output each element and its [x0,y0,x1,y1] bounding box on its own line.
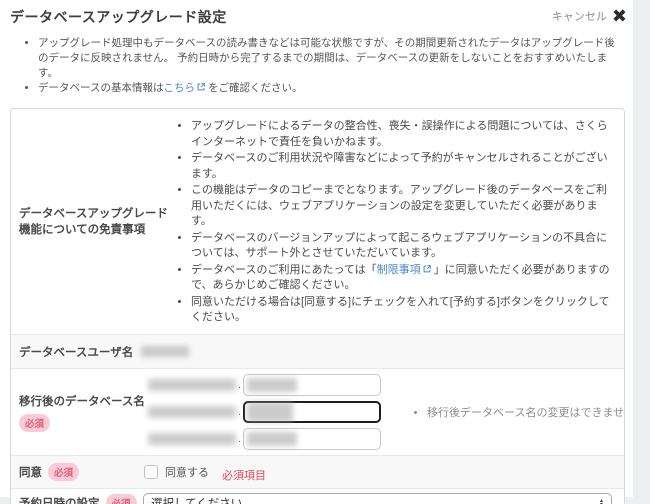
db-name-input-wrap-3 [243,428,381,450]
db-user-row: データベースユーザ名 [11,334,624,368]
close-icon[interactable]: ✖ [612,7,627,25]
disclaimer-item: この機能はデータのコピーまでとなります。アップグレード後のデータベースをご利用い… [191,183,618,230]
db-user-label: データベースユーザ名 [11,335,141,368]
basic-info-link[interactable]: こちら [163,82,195,94]
agree-label-cell: 同意 必須 [11,463,141,481]
db-name-input-wrap-2 [243,401,381,423]
schedule-field: 選択してください ▲ ▼ [141,493,624,504]
disclaimer-item: アップグレードによるデータの整合性、喪失・誤操作による問題については、さくらイン… [191,119,618,150]
schedule-row: 予約日時の設定 必須 選択してください ▲ ▼ [11,488,624,504]
db-name-group-1: . [148,374,624,396]
redacted-db-name-prefix-2 [148,406,236,418]
disclaimer-item: 同意いただける場合は[同意する]にチェックを入れて[予約する]ボタンをクリックし… [191,295,618,326]
db-name-separator: . [238,406,241,418]
agree-checkbox-label: 同意する [165,464,209,480]
redacted-db-name-value-1 [247,378,297,392]
required-badge: 必須 [106,494,137,504]
intro-note-basic-info: データベースの基本情報はこちら をご確認ください。 [38,81,619,96]
disclaimer-item: データベースのご利用にあたっては「制限事項」に同意いただく必要がありますので、あ… [191,263,618,294]
intro-note-basic-info-suffix: をご確認ください。 [208,82,303,94]
disclaimer-item: データベースのご利用状況や障害などによって予約がキャンセルされることがございます… [191,151,618,182]
db-user-value-cell [141,335,624,368]
intro-note-upgrade-text: アップグレード処理中もデータベースの読み書きなどは可能な状態ですが、その期間更新… [38,37,615,79]
agree-row: 同意 必須 同意する 必須項目 [11,455,624,488]
agree-checkbox[interactable] [144,465,158,479]
settings-table: データベースアップグレード 機能についての免責事項 アップグレードによるデータの… [10,108,625,504]
db-name-input-wrap-1 [243,374,381,396]
db-name-separator: . [238,433,241,445]
disclaimer-item: データベースのバージョンアップによって起こるウェブアプリケーションの不具合につい… [191,231,618,262]
db-name-note: 移行後データベース名の変更はできません [427,404,625,420]
db-name-label-cell: 移行後のデータベース名 必須 [11,369,141,455]
agree-label: 同意 [19,464,42,480]
db-name-separator: . [238,379,241,391]
panel-header: データベースアップグレード設定 キャンセル ✖ [0,0,633,27]
schedule-select[interactable]: 選択してください ▲ ▼ [143,493,612,504]
cancel-link[interactable]: キャンセル [552,8,607,24]
header-actions: キャンセル ✖ [552,7,627,25]
restrictions-link[interactable]: 制限事項 [377,264,421,276]
agree-field: 同意する 必須項目 [141,464,624,480]
disclaimer-row: データベースアップグレード 機能についての免責事項 アップグレードによるデータの… [11,109,624,334]
select-arrows-icon: ▲ ▼ [599,499,604,504]
page-title: データベースアップグレード設定 [10,7,227,27]
intro-note-basic-info-prefix: データベースの基本情報は [38,82,163,94]
required-badge: 必須 [48,463,79,481]
disclaimer-label: データベースアップグレード 機能についての免責事項 [11,109,141,334]
external-link-icon [196,82,206,92]
restrictions-prefix: データベースのご利用にあたっては「 [191,264,377,276]
redacted-db-name-prefix-1 [148,379,236,391]
schedule-label-cell: 予約日時の設定 必須 [11,494,141,504]
db-name-note-list: 移行後データベース名の変更はできません [413,404,625,420]
db-name-label: 移行後のデータベース名 [19,393,141,409]
disclaimer-list: アップグレードによるデータの整合性、喪失・誤操作による問題については、さくらイン… [141,119,624,326]
intro-notes: アップグレード処理中もデータベースの読み書きなどは可能な状態ですが、その期間更新… [0,36,633,96]
intro-note-upgrade: アップグレード処理中もデータベースの読み書きなどは可能な状態ですが、その期間更新… [38,36,619,81]
schedule-label: 予約日時の設定 [19,495,100,504]
disclaimer-content: アップグレードによるデータの整合性、喪失・誤操作による問題については、さくらイン… [141,109,624,334]
required-field-warning: 必須項目 [222,467,266,483]
db-name-fields: . . [141,369,624,455]
upgrade-settings-panel: データベースアップグレード設定 キャンセル ✖ アップグレード処理中もデータベー… [0,0,633,497]
required-badge: 必須 [19,414,50,432]
redacted-db-name-value-2 [247,402,293,422]
redacted-db-user-value [141,346,189,357]
db-name-row: 移行後のデータベース名 必須 . . [11,368,624,455]
disclaimer-label-line2: 機能についての免責事項 [19,224,145,236]
redacted-db-name-value-3 [247,432,297,446]
db-name-group-3: . [148,428,624,450]
schedule-select-value: 選択してください [151,495,242,504]
redacted-db-name-prefix-3 [148,433,236,445]
external-link-icon [422,264,432,274]
